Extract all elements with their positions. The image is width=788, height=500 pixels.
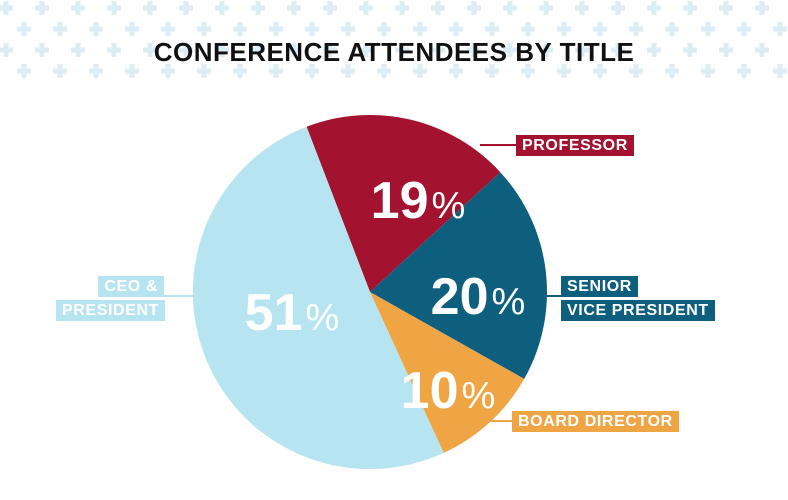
slice-value-unit: % bbox=[492, 281, 526, 323]
slice-value-unit: % bbox=[462, 375, 496, 417]
slice-label-line: CEO & bbox=[98, 276, 164, 297]
slice-label-line: VICE PRESIDENT bbox=[561, 300, 715, 321]
slice-label-line: BOARD DIRECTOR bbox=[512, 411, 679, 432]
slice-value-unit: % bbox=[432, 185, 466, 227]
slice-label: CEO & PRESIDENT bbox=[56, 276, 165, 324]
slice-value-number: 51 bbox=[245, 284, 303, 342]
slice-value-number: 19 bbox=[371, 172, 429, 230]
slice-label: BOARD DIRECTOR bbox=[512, 411, 679, 435]
slice-label-line: PRESIDENT bbox=[56, 300, 165, 321]
slice-label: PROFESSOR bbox=[516, 135, 634, 159]
slice-value-number: 20 bbox=[431, 268, 489, 326]
slice-label-line: SENIOR bbox=[561, 276, 638, 297]
slice-value-number: 10 bbox=[401, 362, 459, 420]
slice-value-unit: % bbox=[306, 297, 340, 339]
slice-label-line: PROFESSOR bbox=[516, 135, 634, 156]
slice-label: SENIOR VICE PRESIDENT bbox=[561, 276, 715, 324]
